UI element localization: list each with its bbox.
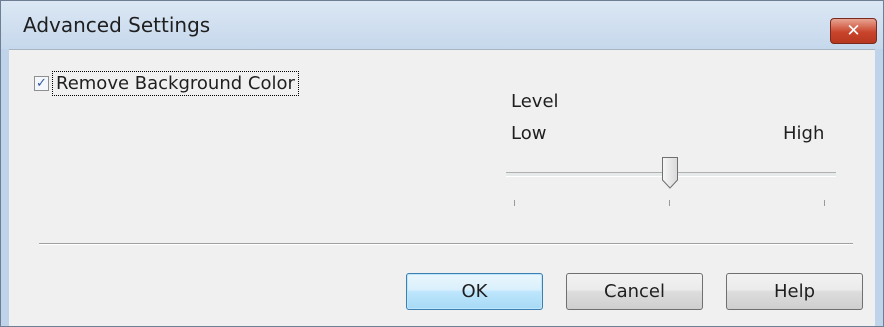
slider-tick-high (824, 200, 825, 206)
slider-tick-low (514, 200, 515, 206)
checkmark-icon: ✓ (36, 76, 47, 91)
close-button[interactable]: ✕ (830, 18, 877, 44)
slider-tick-mid (669, 200, 670, 206)
title-bar[interactable]: Advanced Settings ✕ (1, 1, 883, 49)
advanced-settings-dialog: Advanced Settings ✕ ✓ Remove Background … (0, 0, 884, 327)
separator-line (39, 243, 853, 245)
window-title: Advanced Settings (23, 13, 211, 37)
remove-background-color-label[interactable]: Remove Background Color (52, 71, 299, 96)
cancel-button[interactable]: Cancel (566, 273, 703, 310)
ok-button[interactable]: OK (406, 273, 543, 310)
help-button[interactable]: Help (726, 273, 863, 310)
remove-background-color-checkbox[interactable]: ✓ (34, 76, 49, 91)
level-high-label: High (783, 123, 825, 144)
level-low-label: Low (511, 123, 547, 144)
level-heading: Level (511, 91, 559, 112)
slider-thumb[interactable] (660, 156, 680, 190)
close-icon: ✕ (846, 21, 861, 41)
level-slider[interactable] (506, 156, 836, 206)
